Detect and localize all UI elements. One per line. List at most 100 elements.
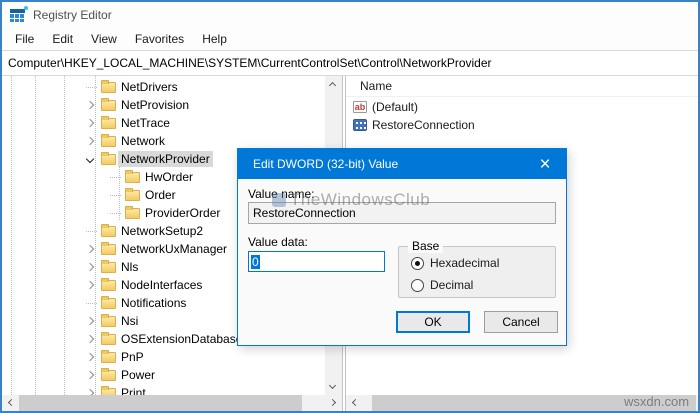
dialog-title: Edit DWORD (32-bit) Value [238, 157, 398, 171]
tree-item[interactable]: NetTrace [2, 114, 325, 132]
tree-item[interactable]: NetDrivers [2, 78, 325, 96]
ok-button[interactable]: OK [396, 311, 470, 333]
folder-icon [101, 262, 116, 273]
scroll-left-arrow[interactable] [346, 395, 362, 411]
expand-chevron-icon[interactable] [84, 368, 99, 382]
folder-icon [125, 172, 140, 183]
menu-item[interactable]: Edit [43, 29, 82, 49]
value-name: (Default) [372, 100, 418, 114]
tree-item-label: Notifications [118, 295, 189, 311]
tree-horizontal-scrollbar[interactable] [2, 395, 342, 411]
folder-icon [101, 334, 116, 345]
expand-chevron-icon[interactable] [84, 350, 99, 364]
expand-chevron-icon[interactable] [84, 152, 99, 166]
dialog-title-bar: Edit DWORD (32-bit) Value × [238, 149, 566, 179]
window-border-left [0, 0, 2, 413]
name-column-label: Name [360, 79, 392, 93]
tree-item-label: HwOrder [142, 169, 196, 185]
value-name: RestoreConnection [372, 118, 475, 132]
expand-chevron-icon[interactable] [84, 116, 99, 130]
tree-item-label: OSExtensionDatabase [118, 331, 245, 347]
expand-chevron-icon[interactable] [84, 296, 99, 310]
scroll-down-arrow[interactable] [325, 379, 341, 395]
tree-item-label: PnP [118, 349, 147, 365]
expand-chevron-icon[interactable] [84, 332, 99, 346]
expand-chevron-icon[interactable] [84, 278, 99, 292]
folder-icon [125, 190, 140, 201]
menu-item[interactable]: Help [193, 29, 236, 49]
values-horizontal-scrollbar[interactable] [346, 395, 698, 411]
folder-icon [101, 298, 116, 309]
expand-chevron-icon[interactable] [84, 80, 99, 94]
tree-item-label: NetworkProvider [118, 151, 213, 167]
value-name-label: Value name: [248, 187, 315, 201]
expand-chevron-icon[interactable] [84, 98, 99, 112]
folder-icon [101, 118, 116, 129]
window-border-top [0, 0, 700, 2]
folder-icon [101, 280, 116, 291]
expand-chevron-icon[interactable] [84, 242, 99, 256]
value-data-input[interactable]: 0 [248, 251, 385, 272]
value-row-default[interactable]: ab (Default) [346, 98, 698, 116]
menu-item[interactable]: View [82, 29, 126, 49]
folder-icon [101, 82, 116, 93]
radio-icon [411, 257, 424, 270]
menu-item[interactable]: Favorites [126, 29, 193, 49]
expand-chevron-icon[interactable] [108, 206, 123, 220]
expand-chevron-icon[interactable] [84, 314, 99, 328]
tree-item[interactable]: PnP [2, 348, 325, 366]
edit-dword-dialog: Edit DWORD (32-bit) Value × Value name: … [237, 148, 567, 346]
base-groupbox: Base Hexadecimal Decimal [398, 246, 556, 298]
scrollbar-thumb[interactable] [372, 395, 696, 411]
menu-bar: FileEditViewFavoritesHelp [2, 28, 698, 50]
value-data-label: Value data: [248, 235, 308, 249]
base-group-label: Base [408, 239, 443, 253]
tree-item[interactable]: NetProvision [2, 96, 325, 114]
expand-chevron-icon[interactable] [108, 170, 123, 184]
scrollbar-thumb[interactable] [19, 395, 302, 411]
expand-chevron-icon[interactable] [108, 188, 123, 202]
folder-icon [101, 316, 116, 327]
scroll-left-arrow[interactable] [2, 395, 18, 411]
value-name-field[interactable]: RestoreConnection [248, 202, 556, 224]
address-bar-input[interactable]: Computer\HKEY_LOCAL_MACHINE\SYSTEM\Curre… [2, 50, 698, 76]
dialog-body: Value name: RestoreConnection Value data… [238, 179, 566, 345]
dword-value-icon [353, 119, 367, 131]
folder-icon [101, 370, 116, 381]
tree-item-label: Power [118, 367, 158, 383]
value-row-restoreconnection[interactable]: RestoreConnection [346, 116, 698, 134]
tree-item-label: Nsi [118, 313, 141, 329]
folder-icon [101, 136, 116, 147]
close-icon[interactable]: × [524, 149, 566, 179]
title-bar: Registry Editor [2, 2, 698, 28]
registry-editor-app-icon [10, 9, 25, 22]
expand-chevron-icon[interactable] [84, 134, 99, 148]
tree-item-label: NetworkSetup2 [118, 223, 206, 239]
expand-chevron-icon[interactable] [84, 260, 99, 274]
folder-icon [125, 208, 140, 219]
tree-item-label: Network [118, 133, 168, 149]
cancel-button[interactable]: Cancel [484, 311, 558, 333]
tree-item-label: Order [142, 187, 179, 203]
scroll-right-arrow[interactable] [326, 395, 342, 411]
hexadecimal-radio-label: Hexadecimal [430, 256, 499, 270]
tree-item[interactable]: Power [2, 366, 325, 384]
tree-item-label: NetTrace [118, 115, 173, 131]
tree-item-label: NetProvision [118, 97, 192, 113]
folder-icon [101, 244, 116, 255]
radio-icon [411, 279, 424, 292]
menu-item[interactable]: File [6, 29, 43, 49]
registry-editor-window: Registry Editor FileEditViewFavoritesHel… [0, 0, 700, 413]
selected-text: 0 [251, 255, 260, 269]
tree-item-label: Nls [118, 259, 141, 275]
value-name-text: RestoreConnection [253, 206, 356, 220]
tree-item-label: NodeInterfaces [118, 277, 205, 293]
decimal-radio-label: Decimal [430, 278, 473, 292]
registry-path: Computer\HKEY_LOCAL_MACHINE\SYSTEM\Curre… [8, 56, 492, 70]
decimal-radio[interactable]: Decimal [411, 278, 473, 292]
tree-item-label: NetDrivers [118, 79, 181, 95]
name-column-header[interactable]: Name [346, 76, 698, 97]
expand-chevron-icon[interactable] [84, 224, 99, 238]
scroll-up-arrow[interactable] [325, 76, 341, 92]
hexadecimal-radio[interactable]: Hexadecimal [411, 256, 499, 270]
